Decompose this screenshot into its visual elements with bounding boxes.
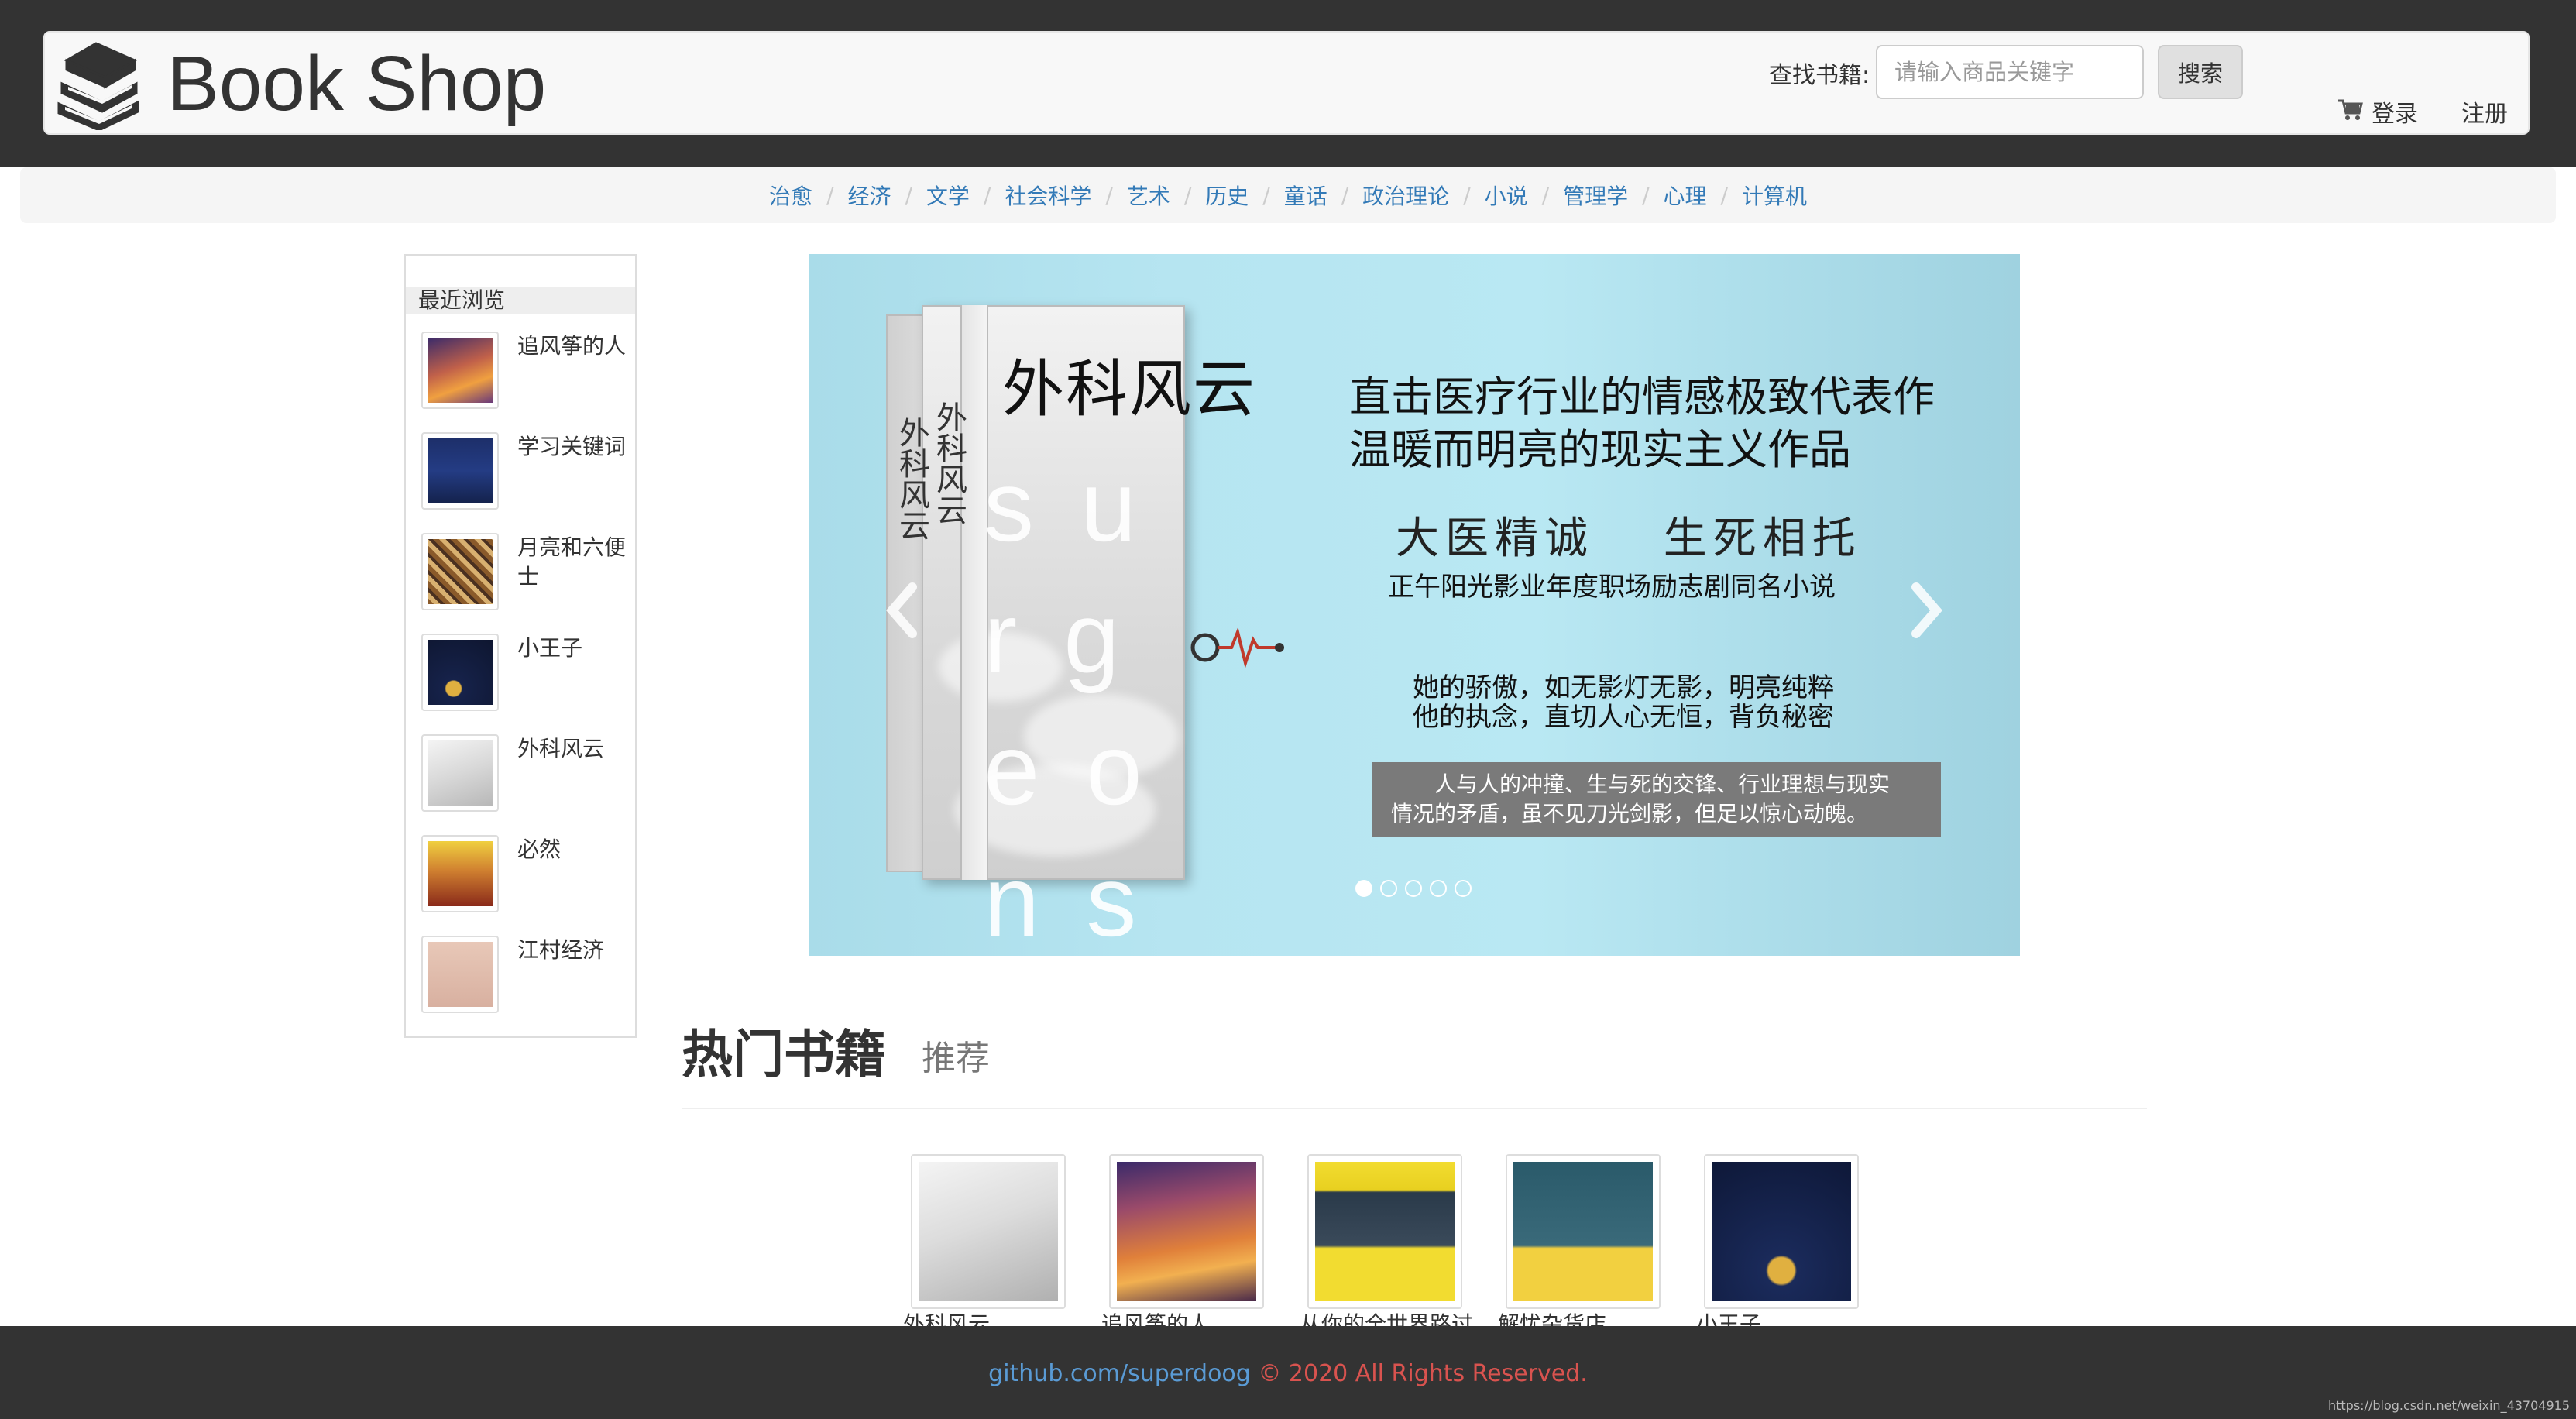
hot-books-heading: 热门书籍 (682, 1025, 886, 1084)
headline-2: 温暖而明亮的现实主义作品 (1349, 425, 1851, 474)
copyright: © 2020 All Rights Reserved. (1250, 1360, 1588, 1387)
book-cover-thumbnail[interactable] (1109, 1154, 1264, 1309)
separator: / (1541, 182, 1550, 208)
separator: / (1262, 182, 1270, 208)
carousel-indicator[interactable] (1455, 880, 1472, 897)
register-link[interactable]: 注册 (2461, 99, 2508, 130)
navbar: Book Shop 查找书籍: 搜索 登录 注册 (43, 31, 2530, 135)
chevron-left-icon (886, 582, 917, 638)
category-link[interactable]: 文学 (926, 180, 970, 211)
separator: / (1183, 182, 1192, 208)
footer-text: github.com/superdoog © 2020 All Rights R… (0, 1360, 2576, 1387)
search-input[interactable] (1876, 45, 2144, 99)
category-link[interactable]: 艺术 (1127, 180, 1170, 211)
carousel-indicator[interactable] (1380, 880, 1397, 897)
recent-item-title[interactable]: 学习关键词 (517, 432, 632, 462)
top-header: Book Shop 查找书籍: 搜索 登录 注册 (0, 0, 2576, 167)
login-link[interactable]: 登录 (2372, 99, 2418, 130)
separator: / (1463, 182, 1471, 208)
hot-book-card[interactable]: 追风筝的人 (1101, 1154, 1264, 1337)
carousel-indicator[interactable] (1430, 880, 1447, 897)
book-cover-thumbnail[interactable] (1307, 1154, 1462, 1309)
separator: / (826, 182, 834, 208)
brand-logo[interactable]: Book Shop (51, 37, 546, 130)
category-link[interactable]: 管理学 (1563, 180, 1628, 211)
carousel-next-button[interactable] (1904, 579, 1950, 641)
recent-item[interactable]: 小王子 (421, 634, 630, 719)
tagline-2: 他的执念，直切人心无恒，背负秘密 (1413, 702, 1834, 733)
carousel-indicators (1355, 880, 1472, 897)
recent-item[interactable]: 追风筝的人 (421, 332, 630, 417)
category-link[interactable]: 小说 (1485, 180, 1528, 211)
search-button[interactable]: 搜索 (2158, 45, 2243, 99)
recent-item[interactable]: 必然 (421, 835, 630, 920)
recent-item[interactable]: 外科风云 (421, 734, 630, 819)
book-cover-thumbnail[interactable] (421, 835, 499, 912)
separator: / (1642, 182, 1650, 208)
search-label: 查找书籍: (1769, 62, 1870, 89)
slogan: 大医精诚 生死相托 (1396, 514, 1862, 564)
book-cover-thumbnail[interactable] (421, 533, 499, 610)
hot-book-card[interactable]: 从你的全世界路过 (1300, 1154, 1473, 1337)
carousel-indicator[interactable] (1405, 880, 1422, 897)
category-link[interactable]: 童话 (1284, 180, 1327, 211)
divider (682, 1108, 2147, 1109)
book-cover-thumbnail[interactable] (1704, 1154, 1859, 1309)
hot-book-card[interactable]: 外科风云 (903, 1154, 1066, 1337)
recent-item[interactable]: 月亮和六便士 (421, 533, 630, 618)
recent-item-title[interactable]: 外科风云 (517, 734, 632, 764)
category-link[interactable]: 历史 (1205, 180, 1249, 211)
book-cover-thumbnail[interactable] (421, 936, 499, 1013)
description-box: 人与人的冲撞、生与死的交锋、行业理想与现实 情况的矛盾，虽不见刀光剑影，但足以惊… (1372, 762, 1941, 837)
watermark: https://blog.csdn.net/weixin_43704915 (2327, 1398, 2570, 1413)
category-link[interactable]: 治愈 (769, 180, 812, 211)
category-breadcrumb: 治愈 / 经济 / 文学 / 社会科学 / 艺术 / 历史 / 童话 / 政治理论 / 小说 / … (20, 167, 2556, 223)
separator: / (983, 182, 991, 208)
book-cover-thumbnail[interactable] (421, 734, 499, 812)
book-cover-thumbnail[interactable] (421, 332, 499, 409)
cover-title: 外科风云 (1002, 353, 1256, 425)
book-stack-icon (57, 42, 139, 130)
category-link[interactable]: 经济 (847, 180, 891, 211)
footer: github.com/superdoog © 2020 All Rights R… (0, 1326, 2576, 1419)
subtitle: 正午阳光影业年度职场励志剧同名小说 (1388, 572, 1836, 603)
recent-item[interactable]: 江村经济 (421, 936, 630, 1021)
book-cover-thumbnail[interactable] (1506, 1154, 1661, 1309)
description-line-1: 人与人的冲撞、生与死的交锋、行业理想与现实 (1434, 771, 1891, 797)
separator: / (1341, 182, 1349, 208)
recent-item-title[interactable]: 追风筝的人 (517, 332, 632, 361)
category-link[interactable]: 计算机 (1742, 180, 1807, 211)
book-cover-thumbnail[interactable] (911, 1154, 1066, 1309)
recent-item[interactable]: 学习关键词 (421, 432, 630, 517)
recent-item-title[interactable]: 小王子 (517, 634, 632, 663)
carousel-indicator[interactable] (1355, 880, 1372, 897)
separator: / (905, 182, 912, 208)
banner-carousel[interactable]: 外科风云 外科风云 外科风云 surgeons 直击医疗行业的情感极致代表作 温… (809, 254, 2020, 956)
category-link[interactable]: 心理 (1664, 180, 1707, 211)
shopping-cart-icon[interactable] (2337, 98, 2364, 121)
recent-browse-panel: 最近浏览 追风筝的人 学习关键词 月亮和六便士 小王子 外科风云 必然 江村经济 (404, 254, 637, 1038)
book-cover-thumbnail[interactable] (421, 634, 499, 711)
description-line-2: 情况的矛盾，虽不见刀光剑影，但足以惊心动魄。 (1391, 801, 1869, 826)
hot-book-card[interactable]: 解忧杂货店 (1498, 1154, 1661, 1337)
chevron-right-icon (1911, 582, 1942, 638)
brand-name: Book Shop (167, 40, 547, 127)
carousel-prev-button[interactable] (878, 579, 925, 641)
recent-item-title[interactable]: 江村经济 (517, 936, 632, 965)
book-cover-thumbnail[interactable] (421, 432, 499, 510)
github-link[interactable]: github.com/superdoog (988, 1360, 1251, 1387)
category-link[interactable]: 政治理论 (1362, 180, 1449, 211)
stethoscope-icon (1190, 627, 1284, 669)
hot-book-card[interactable]: 小王子 (1696, 1154, 1859, 1337)
cover-word: surgeons (984, 449, 1189, 956)
recent-item-title[interactable]: 必然 (517, 835, 632, 864)
separator: / (1105, 182, 1113, 208)
hot-books-subheading: 推荐 (922, 1039, 990, 1078)
recent-item-title[interactable]: 月亮和六便士 (517, 533, 632, 592)
separator: / (1720, 182, 1728, 208)
category-link[interactable]: 社会科学 (1005, 180, 1091, 211)
recent-browse-title: 最近浏览 (406, 287, 635, 314)
spine-title-front: 外科风云 (931, 401, 967, 525)
